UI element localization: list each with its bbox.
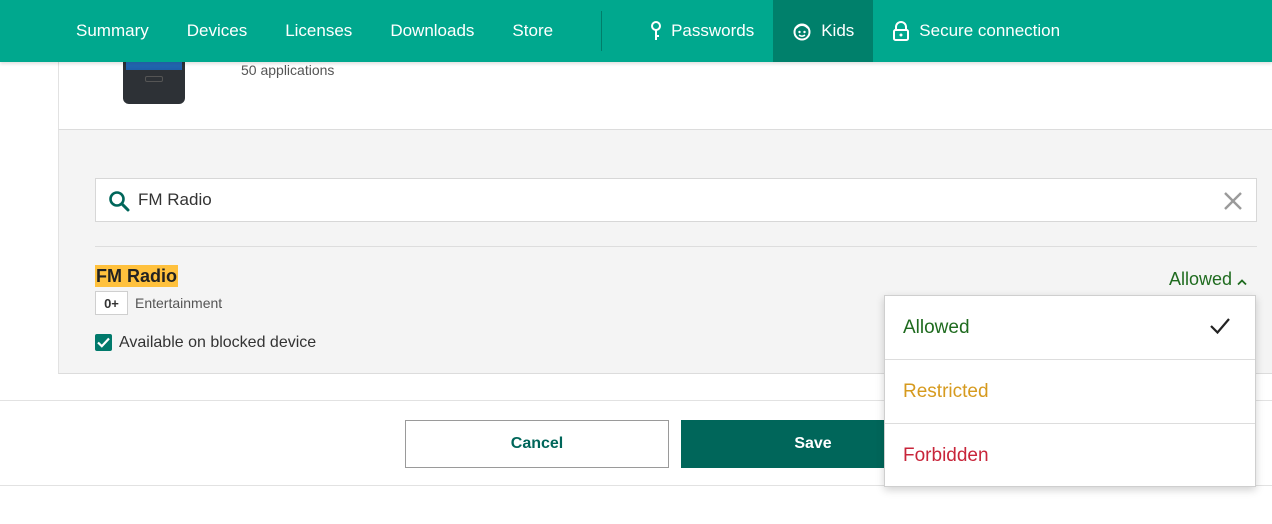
- status-option-allowed[interactable]: Allowed: [885, 296, 1255, 360]
- status-option-forbidden-label: Forbidden: [903, 445, 989, 466]
- applications-count: 50 applications: [241, 62, 335, 78]
- checkmark-icon: [97, 337, 110, 348]
- nav-devices-label: Devices: [186, 21, 248, 40]
- lock-icon: [892, 21, 910, 41]
- status-menu: Allowed Restricted Forbidden: [884, 295, 1256, 487]
- nav-passwords-label: Passwords: [671, 21, 755, 40]
- nav-licenses[interactable]: Licenses: [285, 0, 352, 62]
- status-option-allowed-label: Allowed: [903, 316, 970, 338]
- age-rating-badge: 0+: [95, 291, 128, 315]
- nav-store[interactable]: Store: [512, 0, 553, 62]
- nav-licenses-label: Licenses: [285, 21, 353, 40]
- check-icon: [1209, 316, 1231, 342]
- app-search-box: [95, 178, 1257, 222]
- key-icon: [650, 21, 662, 41]
- app-category: Entertainment: [135, 295, 223, 311]
- nav-devices[interactable]: Devices: [187, 0, 247, 62]
- status-option-restricted-label: Restricted: [903, 380, 989, 402]
- nav-summary-label: Summary: [76, 21, 149, 40]
- divider: [95, 246, 1257, 247]
- blocked-device-label: Available on blocked device: [119, 334, 317, 351]
- nav-passwords[interactable]: Passwords: [650, 0, 754, 62]
- nav-downloads-label: Downloads: [390, 21, 475, 40]
- nav-kids[interactable]: Kids: [773, 0, 874, 62]
- clear-search-icon[interactable]: [1222, 190, 1244, 212]
- blocked-device-checkbox[interactable]: [95, 334, 112, 351]
- nav-secure-connection[interactable]: Secure connection: [892, 0, 1060, 62]
- search-input[interactable]: [138, 187, 1198, 213]
- app-name: FM Radio: [95, 265, 178, 287]
- nav-secure-connection-label: Secure connection: [919, 21, 1061, 40]
- chevron-up-icon: [1237, 270, 1247, 291]
- status-dropdown-value: Allowed: [1169, 269, 1233, 289]
- status-option-forbidden[interactable]: Forbidden: [885, 424, 1255, 488]
- status-option-restricted[interactable]: Restricted: [885, 360, 1255, 424]
- cancel-button[interactable]: Cancel: [405, 420, 669, 468]
- phone-home-button: [145, 76, 163, 82]
- search-icon: [108, 190, 130, 212]
- device-header: 50 applications: [58, 42, 1272, 130]
- nav-downloads[interactable]: Downloads: [390, 0, 474, 62]
- status-dropdown[interactable]: Allowed: [1169, 268, 1247, 291]
- nav-store-label: Store: [512, 21, 554, 40]
- top-navigation: Summary Devices Licenses Downloads Store…: [0, 0, 1272, 62]
- nav-kids-label: Kids: [821, 21, 855, 40]
- nav-summary[interactable]: Summary: [76, 0, 149, 62]
- kids-icon: [792, 21, 812, 41]
- nav-divider: [601, 11, 603, 51]
